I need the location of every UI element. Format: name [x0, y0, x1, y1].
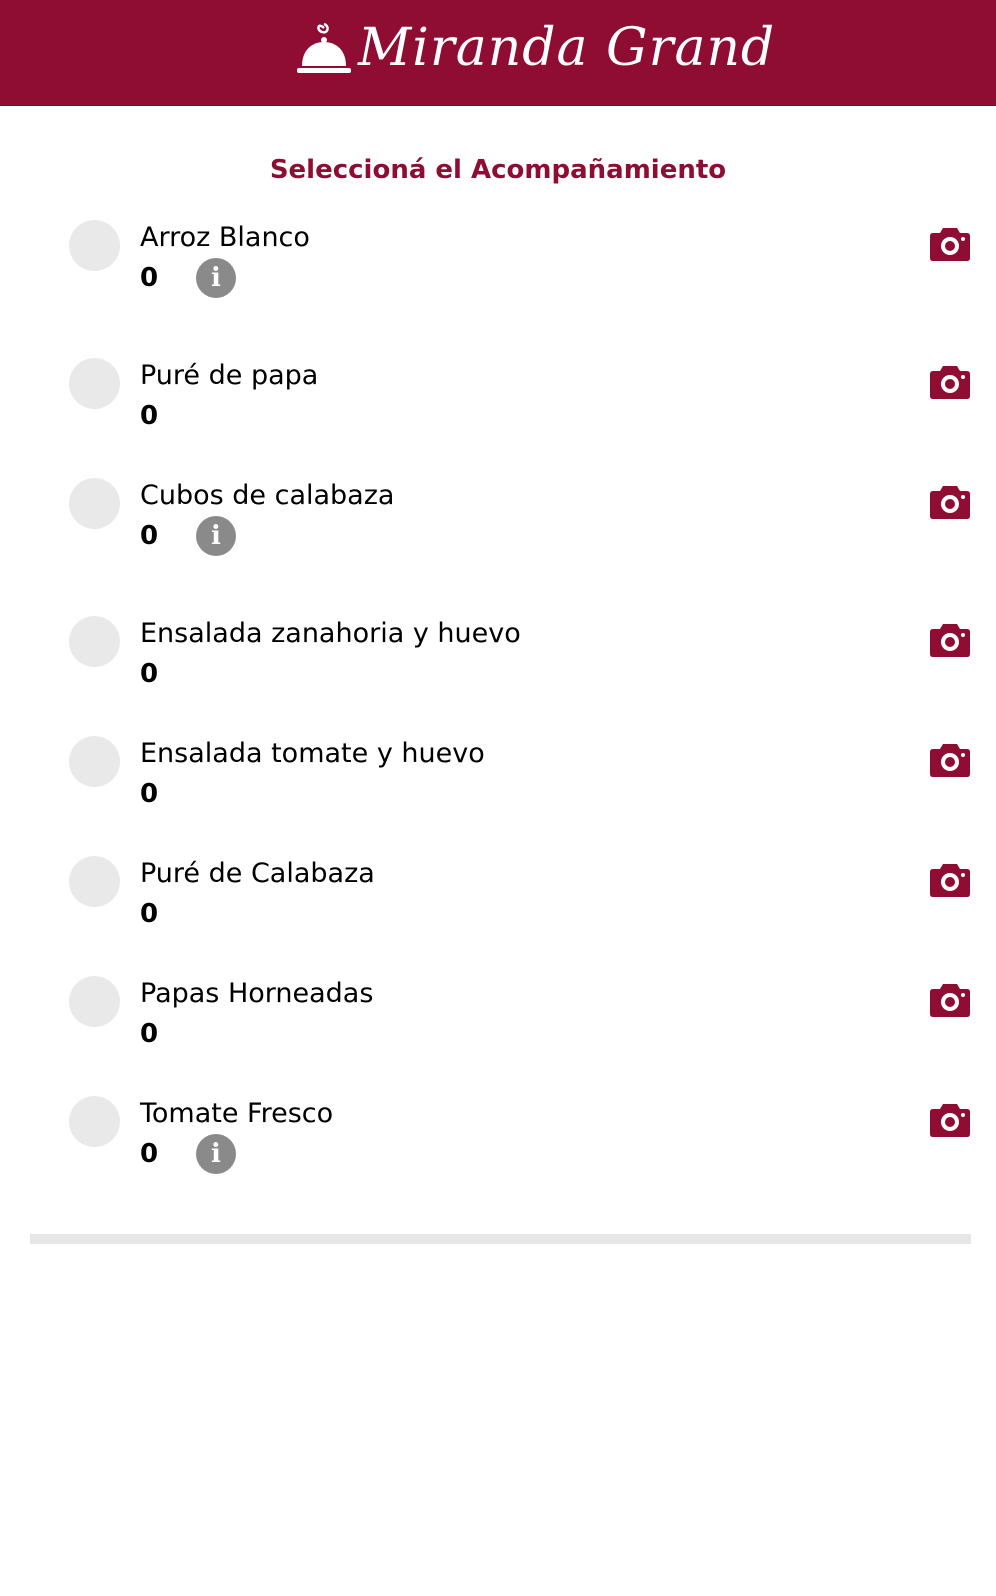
item-name: Ensalada zanahoria y huevo: [140, 618, 521, 649]
camera-icon[interactable]: [929, 1102, 971, 1138]
info-icon[interactable]: i: [196, 1134, 236, 1174]
select-radio[interactable]: [69, 358, 120, 409]
select-radio[interactable]: [69, 856, 120, 907]
camera-icon[interactable]: [929, 742, 971, 778]
info-icon[interactable]: i: [196, 516, 236, 556]
item-name: Tomate Fresco: [140, 1098, 334, 1129]
info-icon[interactable]: i: [196, 258, 236, 298]
item-count: 0: [140, 779, 159, 809]
item-count: 0: [140, 401, 159, 431]
item-count: 0: [140, 899, 159, 929]
camera-icon[interactable]: [929, 364, 971, 400]
item-name: Cubos de calabaza: [140, 480, 395, 511]
camera-icon[interactable]: [929, 622, 971, 658]
camera-icon[interactable]: [929, 862, 971, 898]
page-title: Seleccioná el Acompañamiento: [269, 155, 727, 185]
select-radio[interactable]: [69, 616, 120, 667]
item-count: 0: [140, 659, 159, 689]
brand-name: Miranda Grand: [358, 18, 776, 78]
item-name: Ensalada tomate y huevo: [140, 738, 485, 769]
select-radio[interactable]: [69, 1096, 120, 1147]
item-count: 0: [140, 1019, 159, 1049]
cloche-icon: [297, 22, 351, 73]
item-count: 0: [140, 263, 159, 293]
camera-icon[interactable]: [929, 982, 971, 1018]
camera-icon[interactable]: [929, 226, 971, 262]
list-divider: [30, 1234, 971, 1244]
item-name: Puré de papa: [140, 360, 319, 391]
item-count: 0: [140, 1139, 159, 1169]
select-radio[interactable]: [69, 478, 120, 529]
header-bar: Miranda Grand: [0, 0, 996, 106]
brand-logo[interactable]: Miranda Grand: [294, 14, 774, 94]
item-name: Puré de Calabaza: [140, 858, 375, 889]
select-radio[interactable]: [69, 976, 120, 1027]
item-name: Arroz Blanco: [140, 222, 310, 253]
item-count: 0: [140, 521, 159, 551]
select-radio[interactable]: [69, 736, 120, 787]
select-radio[interactable]: [69, 220, 120, 271]
camera-icon[interactable]: [929, 484, 971, 520]
item-name: Papas Horneadas: [140, 978, 374, 1009]
